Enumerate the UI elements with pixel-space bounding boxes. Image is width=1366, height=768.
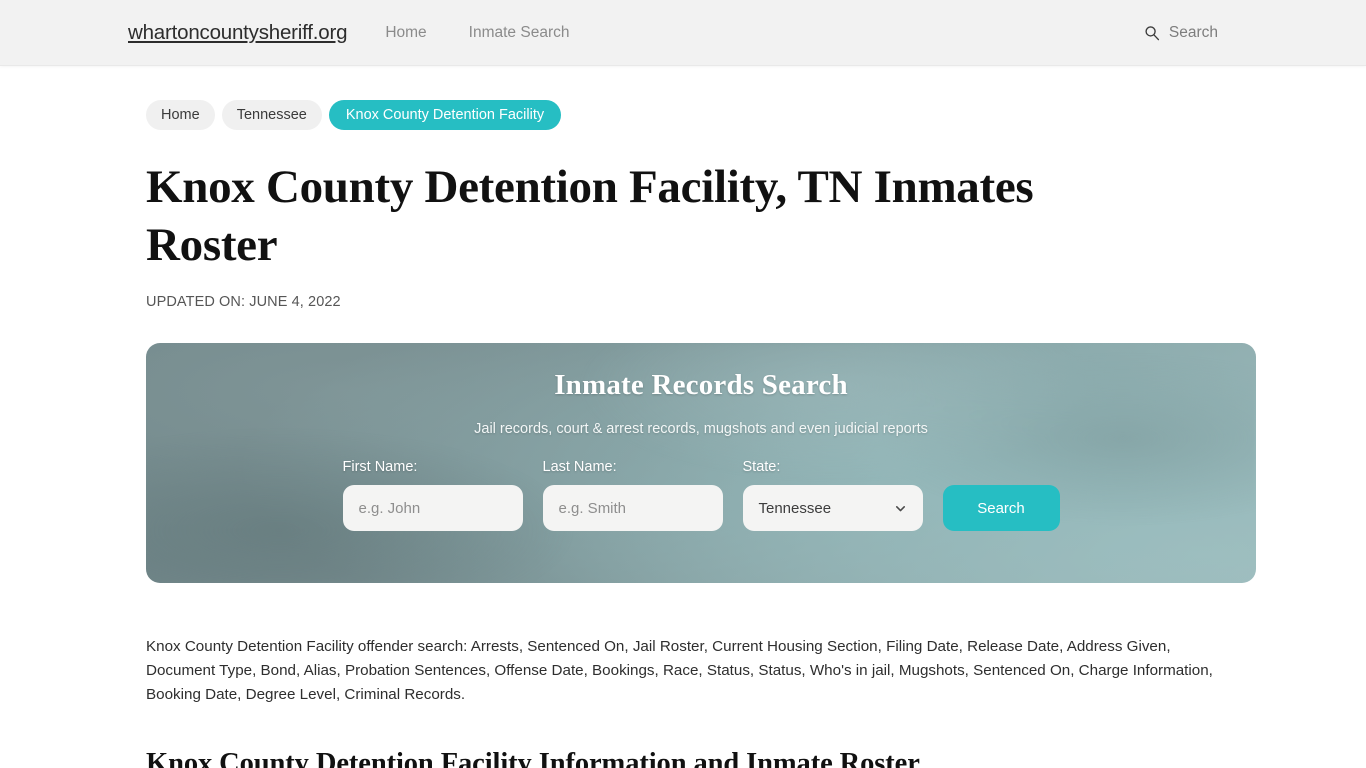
breadcrumb: Home Tennessee Knox County Detention Fac… <box>128 66 1238 130</box>
updated-on-date: UPDATED ON: JUNE 4, 2022 <box>146 294 341 310</box>
nav-link-home[interactable]: Home <box>385 24 426 42</box>
search-icon <box>1144 25 1160 41</box>
facility-search-description: Knox County Detention Facility offender … <box>146 638 1213 703</box>
site-brand-logo[interactable]: whartoncountysheriff.org <box>128 21 348 45</box>
breadcrumb-item-current-facility[interactable]: Knox County Detention Facility <box>328 100 562 130</box>
page-title: Knox County Detention Facility, TN Inmat… <box>146 161 1034 271</box>
header-search-toggle[interactable]: Search <box>1144 24 1218 42</box>
state-label: State: <box>742 459 781 475</box>
breadcrumb-item-home[interactable]: Home <box>146 100 215 130</box>
section-title-facility-information: Knox County Detention Facility Informati… <box>146 748 920 768</box>
state-select[interactable]: Tennessee <box>742 485 923 531</box>
first-name-field-group: First Name: <box>342 459 523 531</box>
page-content: Home Tennessee Knox County Detention Fac… <box>128 66 1256 768</box>
state-select-value: Tennessee <box>758 499 832 517</box>
primary-navigation: Home Inmate Search <box>385 24 569 42</box>
first-name-label: First Name: <box>342 459 418 475</box>
last-name-label: Last Name: <box>542 459 617 475</box>
state-field-group: State: Tennessee <box>742 459 923 531</box>
last-name-input[interactable] <box>542 485 723 531</box>
last-name-field-group: Last Name: <box>542 459 723 531</box>
inmate-search-form: First Name: Last Name: State: Tennessee <box>342 459 1060 531</box>
breadcrumb-item-tennessee[interactable]: Tennessee <box>221 100 322 130</box>
header-search-label: Search <box>1168 24 1218 41</box>
top-navigation-bar: whartoncountysheriff.org Home Inmate Sea… <box>0 0 1366 66</box>
chevron-down-icon <box>894 502 907 515</box>
inmate-search-submit-button[interactable]: Search <box>942 485 1060 531</box>
first-name-input[interactable] <box>342 485 523 531</box>
hero-subtitle: Jail records, court & arrest records, mu… <box>474 421 928 437</box>
hero-title: Inmate Records Search <box>554 369 848 401</box>
nav-link-inmate-search[interactable]: Inmate Search <box>469 24 570 42</box>
inmate-records-search-panel: Inmate Records Search Jail records, cour… <box>146 343 1256 583</box>
